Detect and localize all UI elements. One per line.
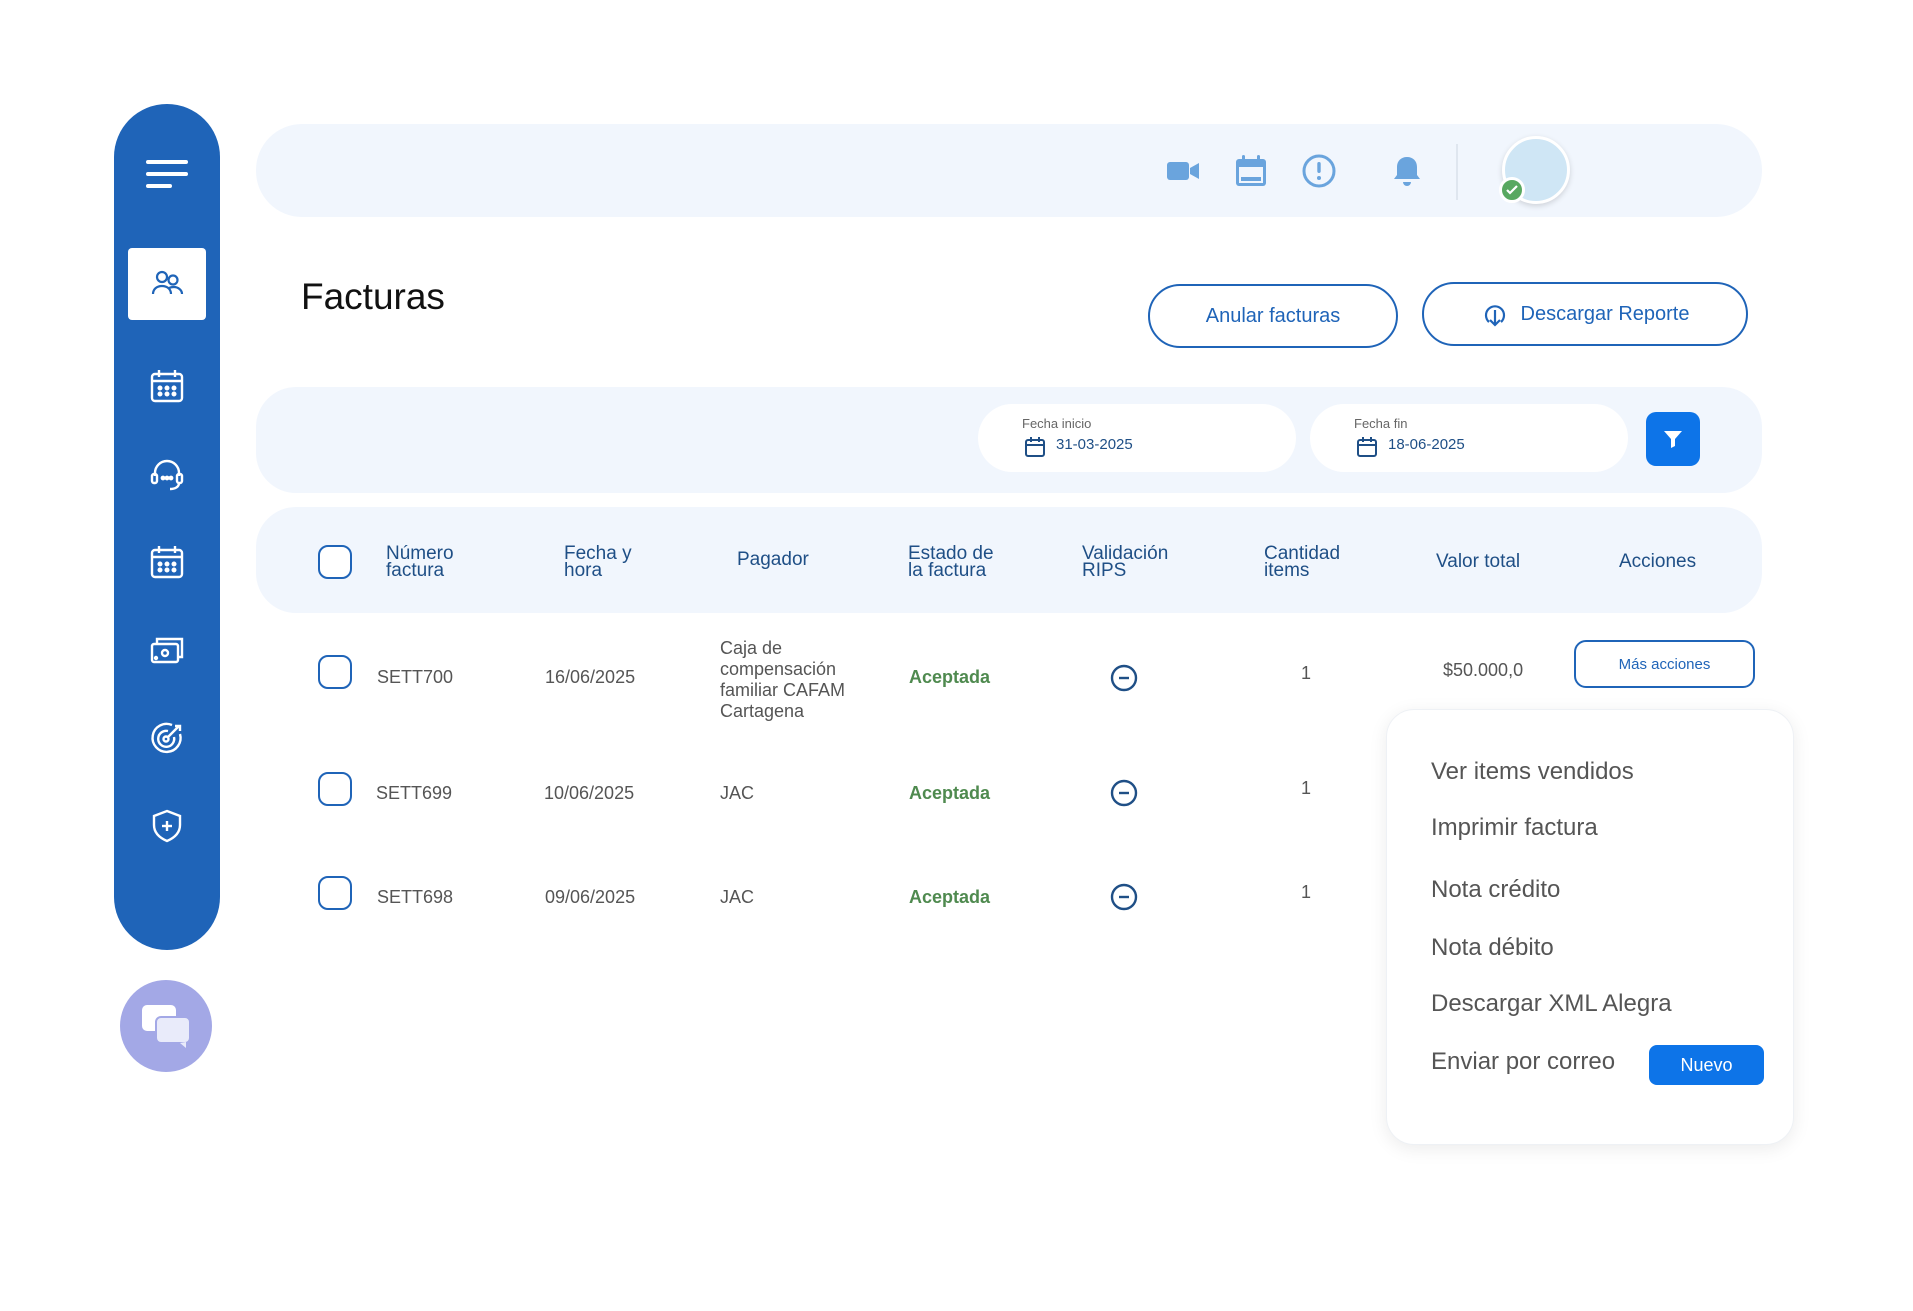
status-badge: Aceptada — [909, 783, 991, 803]
filter-icon — [1664, 431, 1682, 448]
more-actions-button[interactable]: Más acciones — [1574, 640, 1755, 688]
menu-item-debit-note[interactable]: Nota débito — [1431, 934, 1554, 962]
filter-bar: Fecha inicio 31-03-2025 Fecha fin 18-06-… — [256, 387, 1762, 493]
new-badge: Nuevo — [1649, 1045, 1764, 1085]
download-report-button[interactable]: Descargar Reporte — [1422, 282, 1748, 346]
minus-circle-icon — [1110, 779, 1138, 807]
header-numero: Número factura — [386, 543, 454, 581]
item-count: 1 — [1301, 882, 1312, 902]
menu-item-print-invoice[interactable]: Imprimir factura — [1431, 814, 1598, 842]
calendar-icon — [1357, 437, 1377, 457]
invoice-date: 10/06/2025 — [544, 783, 635, 803]
online-status-icon — [1499, 177, 1525, 203]
row-checkbox[interactable] — [318, 655, 352, 689]
more-actions-menu: Ver items vendidos Imprimir factura Nota… — [1386, 709, 1794, 1145]
invoice-payer: JAC — [720, 783, 755, 803]
billing-icon — [150, 637, 184, 664]
header-pagador: Pagador — [737, 549, 809, 570]
header-cantidad: Cantidad items — [1264, 543, 1341, 581]
notifications-button[interactable] — [1388, 152, 1426, 190]
item-count: 1 — [1301, 778, 1312, 798]
calendar-grid-icon — [150, 546, 184, 579]
avatar[interactable] — [1499, 136, 1570, 204]
table-header: Número factura Fecha y hora Pagador Estado… — [256, 507, 1762, 613]
start-date-value: 31-03-2025 — [1056, 436, 1133, 453]
invoice-number: SETT698 — [377, 887, 454, 907]
sidebar-item-support[interactable] — [128, 438, 206, 510]
calendar-icon — [150, 370, 184, 403]
menu-item-view-items[interactable]: Ver items vendidos — [1431, 758, 1634, 786]
sidebar-item-goals[interactable] — [128, 702, 206, 774]
calendar-icon — [1025, 437, 1045, 457]
status-badge: Aceptada — [909, 887, 991, 907]
video-call-button[interactable] — [1164, 152, 1202, 190]
invoice-date: 16/06/2025 — [545, 667, 636, 687]
chat-icon — [142, 1005, 191, 1048]
start-date-label: Fecha inicio — [1022, 416, 1092, 431]
header-valor: Valor total — [1436, 551, 1521, 572]
invoice-number: SETT699 — [376, 783, 453, 803]
minus-circle-icon — [1110, 664, 1138, 692]
start-date-field[interactable]: Fecha inicio 31-03-2025 — [978, 404, 1296, 472]
sidebar-item-security[interactable] — [128, 790, 206, 862]
shield-icon — [152, 809, 182, 843]
invoice-date: 09/06/2025 — [545, 887, 636, 907]
page-title: Facturas — [301, 276, 445, 317]
cancel-invoices-label: Anular facturas — [1205, 304, 1341, 327]
sidebar — [114, 104, 220, 950]
filter-button[interactable] — [1646, 412, 1700, 466]
header-fecha: Fecha y hora — [564, 543, 632, 581]
select-all-checkbox[interactable] — [318, 545, 352, 579]
sidebar-item-calendar[interactable] — [128, 350, 206, 422]
end-date-label: Fecha fin — [1354, 416, 1408, 431]
header-estado: Estado de la factura — [908, 543, 994, 581]
item-count: 1 — [1301, 663, 1312, 683]
end-date-field[interactable]: Fecha fin 18-06-2025 — [1310, 404, 1628, 472]
calendar-icon — [1236, 155, 1266, 186]
alert-icon — [1302, 154, 1336, 188]
menu-item-download-xml[interactable]: Descargar XML Alegra — [1431, 990, 1672, 1018]
invoice-payer: JAC — [720, 887, 755, 907]
topbar-divider — [1456, 144, 1458, 200]
download-icon — [1484, 305, 1505, 327]
bell-icon — [1394, 157, 1420, 186]
cancel-invoices-button[interactable]: Anular facturas — [1148, 284, 1398, 348]
chat-button[interactable] — [120, 980, 212, 1072]
menu-item-credit-note[interactable]: Nota crédito — [1431, 876, 1560, 904]
users-icon — [151, 270, 184, 295]
header-validacion: Validación RIPS — [1082, 543, 1169, 581]
video-icon — [1167, 162, 1199, 180]
menu-item-send-email[interactable]: Enviar por correo — [1431, 1048, 1615, 1076]
sidebar-item-users[interactable] — [128, 248, 206, 320]
headset-icon — [150, 459, 184, 491]
row-checkbox[interactable] — [318, 772, 352, 806]
invoice-number: SETT700 — [377, 667, 454, 687]
alerts-button[interactable] — [1300, 152, 1338, 190]
header-acciones: Acciones — [1619, 551, 1697, 572]
top-bar — [256, 124, 1762, 217]
minus-circle-icon — [1110, 883, 1138, 911]
invoice-payer: Caja de compensación familiar CAFAM Cart… — [720, 638, 846, 721]
menu-toggle-button[interactable] — [138, 154, 196, 194]
status-badge: Aceptada — [909, 667, 991, 687]
download-report-label: Descargar Reporte — [1520, 302, 1690, 325]
sidebar-item-schedule[interactable] — [128, 526, 206, 598]
invoice-total: $50.000,0 — [1443, 660, 1524, 680]
end-date-value: 18-06-2025 — [1388, 436, 1465, 453]
sidebar-item-billing[interactable] — [128, 614, 206, 686]
row-checkbox[interactable] — [318, 876, 352, 910]
target-icon — [151, 722, 182, 754]
hamburger-icon — [146, 160, 188, 188]
calendar-button[interactable] — [1232, 152, 1270, 190]
